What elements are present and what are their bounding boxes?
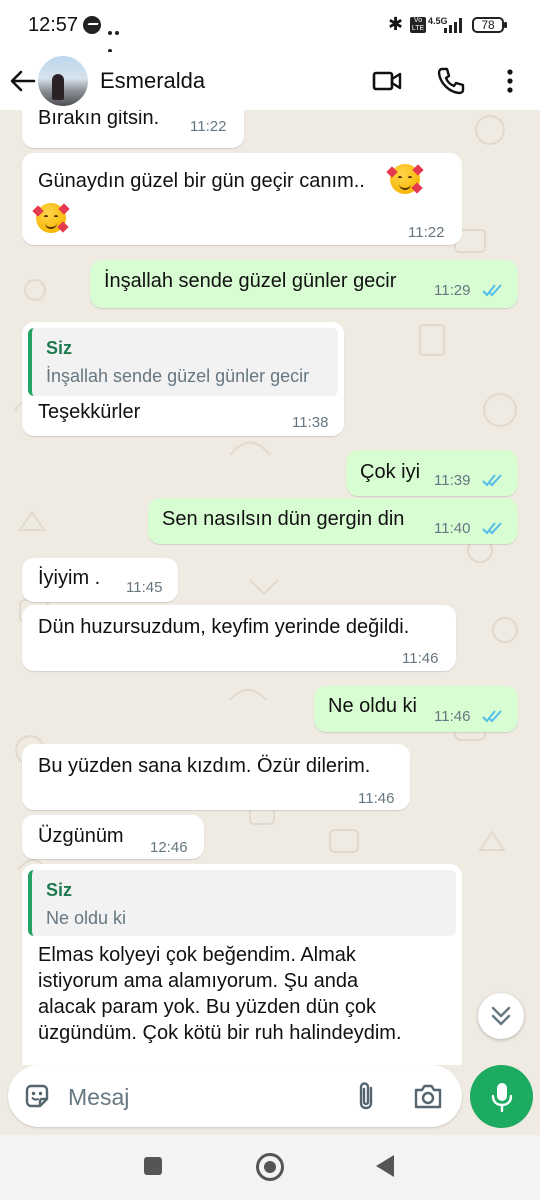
home-button[interactable] <box>256 1153 284 1181</box>
message-text-line: Elmas kolyeyi çok beğendim. Almak <box>38 944 356 966</box>
message-text-line: üzgündüm. Çok kötü bir ruh halindeydim. <box>38 1022 402 1044</box>
more-notifications-icon <box>108 22 128 53</box>
bluetooth-icon: ✱ <box>388 14 404 34</box>
message-incoming[interactable]: Üzgünüm 12:46 <box>22 815 204 859</box>
message-incoming[interactable]: Dün huzursuzdum, keyfim yerinde değildi.… <box>22 605 456 671</box>
sticker-icon[interactable] <box>22 1081 52 1111</box>
back-arrow-icon[interactable] <box>8 66 38 96</box>
volte-icon: Vo LTE <box>410 17 426 33</box>
voice-call-icon[interactable] <box>436 66 466 96</box>
quoted-message[interactable]: Siz İnşallah sende güzel günler gecir <box>28 328 338 396</box>
message-input[interactable] <box>66 1079 340 1115</box>
smiling-face-with-hearts-icon <box>32 203 70 233</box>
read-ticks-icon <box>482 284 502 297</box>
status-bar: 12:57 ✱ Vo LTE 4.5G 78 <box>0 0 540 53</box>
message-time: 11:22 <box>190 118 227 135</box>
message-incoming[interactable]: Günaydın güzel bir gün geçir canım.. 11:… <box>22 153 462 245</box>
quote-text: İnşallah sende güzel günler gecir <box>46 366 310 386</box>
signal-icon <box>444 17 464 33</box>
message-incoming[interactable]: Bu yüzden sana kızdım. Özür dilerim. 11:… <box>22 744 410 810</box>
message-text: İyiyim . <box>38 567 101 589</box>
contact-name[interactable]: Esmeralda <box>100 68 205 94</box>
message-incoming[interactable]: İyiyim . 11:45 <box>22 558 178 602</box>
message-text: Bırakın gitsin. <box>38 110 160 129</box>
message-text: İnşallah sende güzel günler gecir <box>104 270 397 292</box>
message-time: 11:22 <box>408 224 445 241</box>
camera-icon[interactable] <box>412 1081 444 1111</box>
message-time: 11:46 <box>358 790 395 807</box>
message-text: Günaydın güzel bir gün geçir canım.. <box>38 170 365 192</box>
system-back-button[interactable] <box>376 1155 394 1177</box>
quote-author: Siz <box>46 880 73 900</box>
message-incoming[interactable]: Bırakın gitsin. 11:22 <box>22 110 244 148</box>
quote-text: Ne oldu ki <box>46 908 127 928</box>
message-incoming[interactable]: Siz Ne oldu ki Elmas kolyeyi çok beğendi… <box>22 864 462 1065</box>
double-chevron-down-icon <box>491 1006 511 1026</box>
battery-indicator: 78 <box>472 17 507 33</box>
message-time: 11:29 <box>434 282 471 299</box>
read-ticks-icon <box>482 522 502 535</box>
quoted-message[interactable]: Siz Ne oldu ki <box>28 870 456 936</box>
message-text-line: istiyorum ama alamıyorum. Şu anda <box>38 970 359 992</box>
message-time: 11:46 <box>434 708 471 725</box>
system-navigation-bar <box>0 1135 540 1200</box>
message-outgoing[interactable]: İnşallah sende güzel günler gecir 11:29 <box>90 260 518 308</box>
message-text: Üzgünüm <box>38 825 124 847</box>
message-outgoing[interactable]: Ne oldu ki 11:46 <box>314 686 518 732</box>
message-text: Teşekkürler <box>38 401 141 423</box>
voice-message-button[interactable] <box>470 1065 533 1128</box>
contact-avatar[interactable] <box>38 56 88 106</box>
smiling-face-with-hearts-icon <box>386 164 424 194</box>
scroll-to-bottom-button[interactable] <box>478 993 524 1039</box>
recent-apps-button[interactable] <box>144 1157 162 1175</box>
message-time: 11:38 <box>292 414 329 431</box>
message-incoming[interactable]: Siz İnşallah sende güzel günler gecir Te… <box>22 322 344 436</box>
message-text: Ne oldu ki <box>328 695 417 717</box>
message-composer <box>8 1065 462 1127</box>
message-time: 11:40 <box>434 520 471 537</box>
attach-icon[interactable] <box>352 1079 380 1113</box>
read-ticks-icon <box>482 474 502 487</box>
message-time: 11:46 <box>402 650 439 667</box>
message-text: Çok iyi <box>360 461 421 483</box>
status-time: 12:57 <box>28 14 79 36</box>
message-text: Dün huzursuzdum, keyfim yerinde değildi. <box>38 616 410 638</box>
message-text: Sen nasılsın dün gergin din <box>162 508 405 530</box>
quote-author: Siz <box>46 338 73 358</box>
microphone-icon <box>491 1083 513 1113</box>
message-text: Bu yüzden sana kızdım. Özür dilerim. <box>38 755 371 777</box>
chat-header: Esmeralda <box>0 52 540 110</box>
message-time: 11:39 <box>434 472 471 489</box>
message-outgoing[interactable]: Çok iyi 11:39 <box>346 450 518 496</box>
read-ticks-icon <box>482 710 502 723</box>
message-time: 12:46 <box>150 839 188 856</box>
chat-area[interactable]: Bırakın gitsin. 11:22 Günaydın güzel bir… <box>0 110 540 1065</box>
message-text-line: alacak param yok. Bu yüzden dün çok <box>38 996 376 1018</box>
message-outgoing[interactable]: Sen nasılsın dün gergin din 11:40 <box>148 498 518 544</box>
message-time: 11:45 <box>126 579 163 596</box>
more-options-icon[interactable] <box>500 67 520 95</box>
messenger-notification-icon <box>83 16 101 34</box>
video-call-icon[interactable] <box>372 70 402 92</box>
